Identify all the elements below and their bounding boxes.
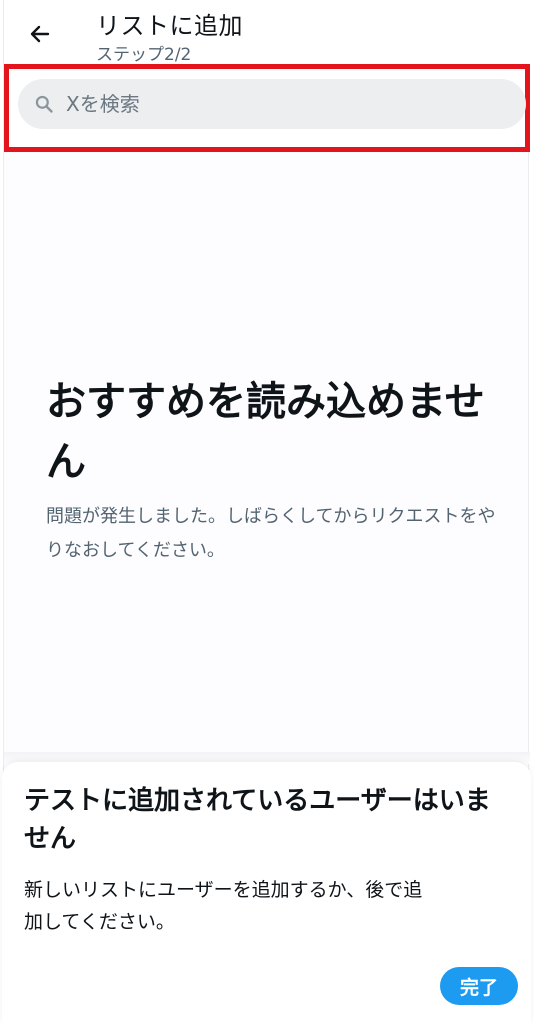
top-app-bar: リストに追加 ステップ2/2 [4,0,530,65]
page-subtitle: ステップ2/2 [96,45,192,65]
search-input[interactable] [64,91,488,117]
search-bar[interactable] [18,79,526,129]
sheet-message: 新しいリストにユーザーを追加するか、後で追加してください。 [24,879,423,933]
search-icon [35,95,53,113]
arrow-left-icon [30,25,50,43]
bottom-sheet: テストに追加されているユーザーはいません 新しいリストにユーザーを追加するか、後… [2,762,531,1024]
done-button[interactable]: 完了 [440,967,518,1005]
error-message: 問題が発生しました。しばらくしてからリクエストをやりなおしてください。 [46,506,496,561]
back-button[interactable] [24,18,56,50]
search-highlight-frame [4,64,530,152]
page-title: リストに追加 [96,12,243,40]
sheet-title: テストに追加されているユーザーはいません [24,786,491,854]
error-title: おすすめを読み込めません [46,379,485,485]
